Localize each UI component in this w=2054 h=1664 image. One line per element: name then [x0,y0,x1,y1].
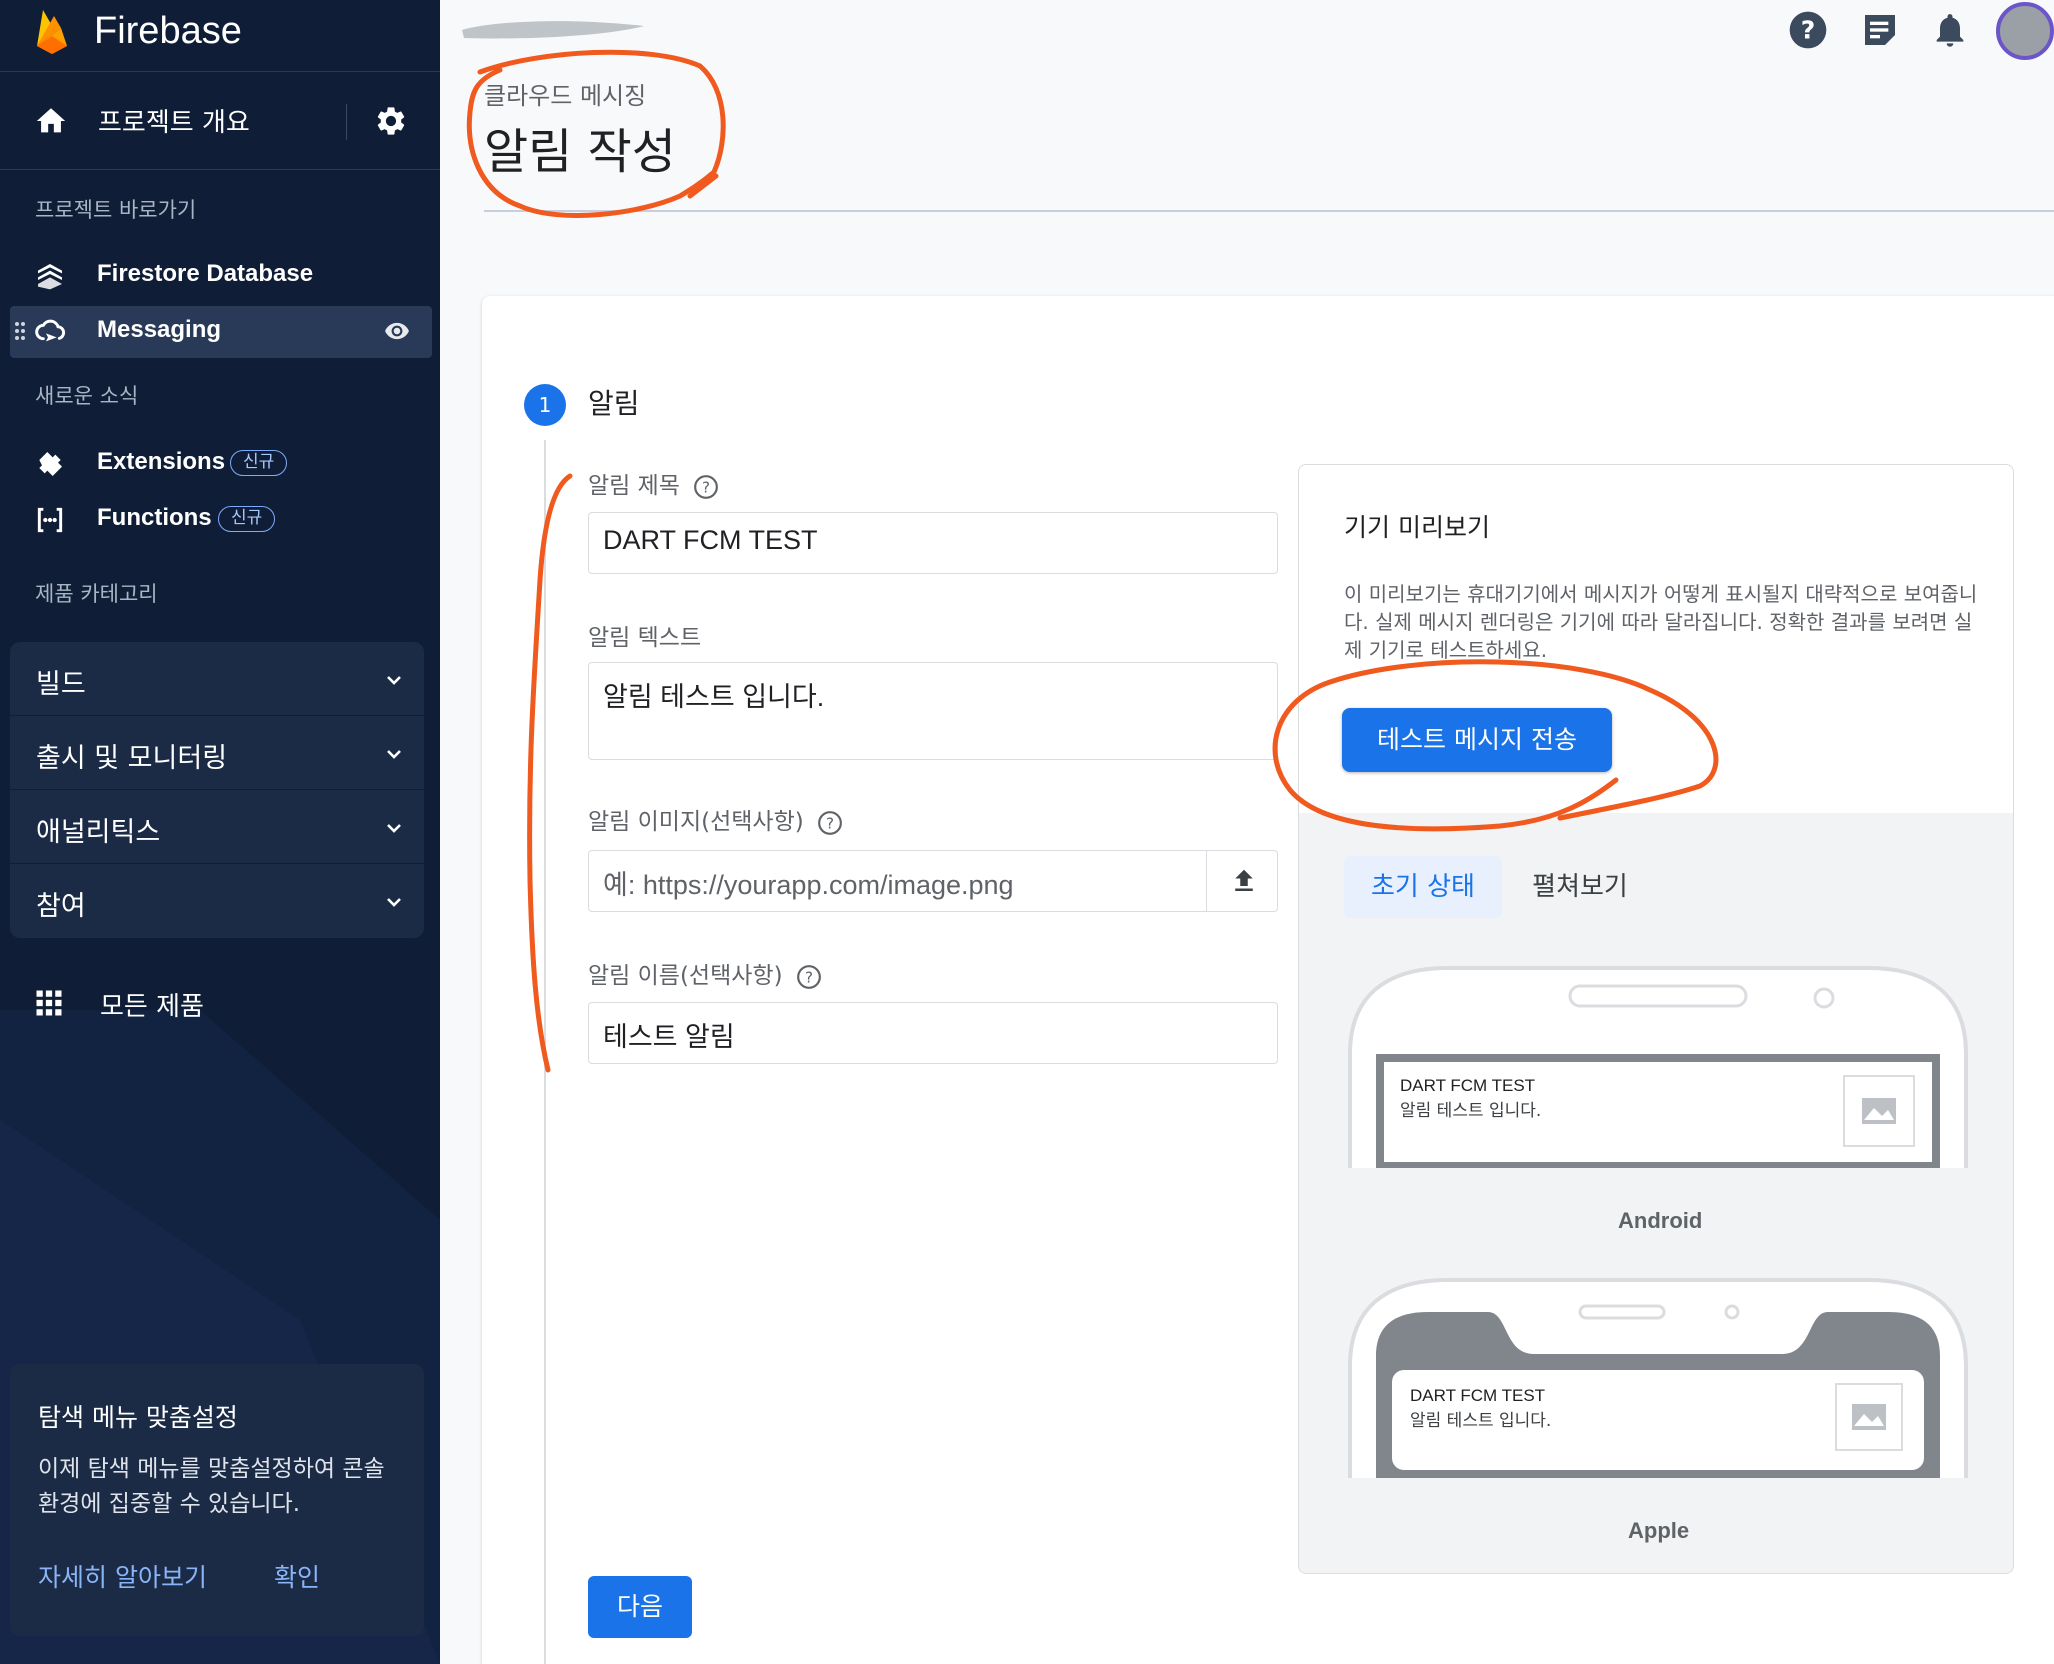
new-badge: 신규 [230,450,288,476]
notification-image-input[interactable]: 예: https://yourapp.com/image.png [588,850,1278,912]
svg-text:?: ? [702,478,710,496]
device-preview-description: 이 미리보기는 휴대기기에서 메시지가 어떻게 표시될지 대략적으로 보여줍니다… [1344,582,1978,662]
android-phone-mockup [1348,966,1968,1168]
category-build[interactable]: 빌드 [10,642,424,716]
title-divider [484,210,2054,212]
sidebar-item-label[interactable]: Functions [97,504,212,532]
customize-card-description: 이제 탐색 메뉴를 맞춤설정하여 콘솔 환경에 집중할 수 있습니다. [38,1456,385,1517]
help-circle-icon[interactable]: ? [693,474,719,500]
chevron-down-icon[interactable] [382,668,406,692]
release-notes-icon[interactable] [1860,10,1900,50]
step-number: 1 [524,384,566,426]
tab-expanded-view[interactable]: 펼쳐보기 [1512,856,1648,918]
project-overview-label[interactable]: 프로젝트 개요 [98,102,250,139]
svg-text:?: ? [805,968,813,986]
sidebar-item-label[interactable]: Messaging [97,316,221,344]
customize-nav-card: 탐색 메뉴 맞춤설정 이제 탐색 메뉴를 맞춤설정하여 콘솔 환경에 집중할 수… [10,1364,424,1636]
notification-text-label: 알림 텍스트 [588,625,702,651]
tab-initial-state[interactable]: 초기 상태 [1344,856,1502,918]
android-label: Android [1618,1208,1703,1233]
sidebar-item-functions[interactable]: Functions 신규 [10,494,432,546]
category-engage[interactable]: 참여 [10,864,424,938]
help-circle-icon[interactable]: ? [817,810,843,836]
category-label[interactable]: 애널리틱스 [36,810,160,849]
chevron-down-icon[interactable] [382,816,406,840]
sidebar-item-label[interactable]: Extensions [97,448,225,476]
messaging-icon [35,319,66,342]
category-label[interactable]: 참여 [36,884,86,923]
notifications-bell-icon[interactable] [1930,10,1970,50]
customize-card-title: 탐색 메뉴 맞춤설정 [38,1403,238,1432]
sidebar-item-extensions[interactable]: Extensions 신규 [10,438,432,490]
svg-text:?: ? [826,814,834,832]
step-label[interactable]: 알림 [588,382,640,422]
extensions-icon [39,452,62,476]
apple-notification-body: 알림 테스트 입니다. [1410,1411,1552,1431]
svg-text:?: ? [1801,15,1816,44]
category-label[interactable]: 빌드 [36,662,86,701]
categories-section-title: 제품 카테고리 [35,582,158,606]
project-name-redacted [462,21,644,39]
project-overview[interactable]: 프로젝트 개요 [0,72,440,170]
news-section-title: 새로운 소식 [35,384,139,408]
help-icon[interactable]: ? [1788,10,1828,50]
notification-name-label: 알림 이름(선택사항) ? [588,956,822,990]
apps-grid-icon [36,990,62,1016]
gear-icon[interactable] [374,104,408,138]
sidebar: Firebase 프로젝트 개요 프로젝트 바로가기 Firestore Dat… [0,0,440,1664]
category-analytics[interactable]: 애널리틱스 [10,790,424,864]
sidebar-item-messaging[interactable]: Messaging [10,306,432,358]
android-notification-title: DART FCM TEST [1400,1076,1536,1095]
chevron-down-icon[interactable] [382,742,406,766]
apple-label: Apple [1628,1518,1690,1543]
sidebar-item-firestore[interactable]: Firestore Database [10,250,432,302]
home-icon [36,108,66,133]
device-preview-title: 기기 미리보기 [1344,513,1490,542]
functions-icon [37,507,63,533]
step-connector-line [544,440,546,1664]
overview-divider [346,104,347,140]
upload-button[interactable] [1206,850,1278,912]
new-badge: 신규 [218,506,276,532]
apple-phone-mockup [1348,1278,1968,1478]
field-label-text: 알림 이미지(선택사항) [588,809,804,835]
breadcrumb[interactable]: 클라우드 메시징 [484,76,646,111]
category-release-monitor[interactable]: 출시 및 모니터링 [10,716,424,790]
sidebar-item-label[interactable]: Firestore Database [97,260,313,288]
notification-image-label: 알림 이미지(선택사항) ? [588,802,843,836]
avatar[interactable] [1996,2,2054,60]
all-products-label[interactable]: 모든 제품 [100,986,204,1023]
apple-notification-title: DART FCM TEST [1410,1386,1546,1405]
chevron-down-icon[interactable] [382,890,406,914]
brand-name[interactable]: Firebase [94,10,242,53]
notification-title-label: 알림 제목 ? [588,466,719,500]
notification-text-input[interactable]: 알림 테스트 입니다. [588,662,1278,760]
android-notification-body: 알림 테스트 입니다. [1400,1101,1542,1121]
firestore-icon [38,264,62,290]
notification-name-input[interactable]: 테스트 알림 [588,1002,1278,1064]
product-categories: 빌드 출시 및 모니터링 애널리틱스 참여 [10,642,424,938]
help-circle-icon[interactable]: ? [796,964,822,990]
notification-title-input[interactable]: DART FCM TEST [588,512,1278,574]
field-label-text: 알림 이름(선택사항) [588,963,783,989]
firebase-logo-icon[interactable] [34,6,70,56]
sidebar-header: Firebase [0,0,440,72]
all-products-item[interactable]: 모든 제품 [0,974,440,1034]
learn-more-link[interactable]: 자세히 알아보기 [38,1558,207,1594]
next-button[interactable]: 다음 [588,1576,692,1638]
upload-icon [1235,869,1253,891]
category-label[interactable]: 출시 및 모니터링 [36,736,227,775]
visibility-icon[interactable] [382,318,412,344]
field-label-text: 알림 제목 [588,473,680,499]
send-test-message-button[interactable]: 테스트 메시지 전송 [1342,708,1612,772]
page-title: 알림 작성 [484,124,676,180]
drag-handle-icon[interactable] [14,320,26,342]
shortcuts-section-title: 프로젝트 바로가기 [35,198,197,222]
confirm-link[interactable]: 확인 [274,1558,320,1594]
